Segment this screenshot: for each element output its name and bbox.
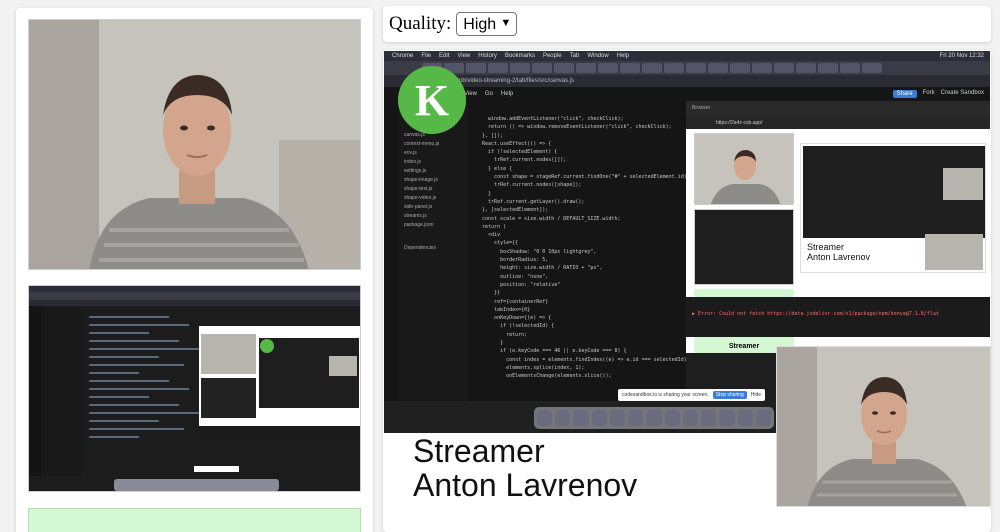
nested-canvas: Streamer Anton Lavrenov bbox=[800, 143, 986, 273]
file-item: shape-text.js bbox=[404, 186, 433, 192]
nested-title: Streamer bbox=[807, 242, 845, 252]
konva-logo-icon[interactable]: K bbox=[398, 66, 466, 134]
screen-share-thumbnail bbox=[29, 286, 360, 491]
file-item: side-panel.js bbox=[404, 204, 433, 210]
code-line: height: size.width / RATIO + "px", bbox=[476, 265, 603, 272]
code-line: }, [selectedElement]); bbox=[476, 207, 549, 214]
file-item: shape-image.js bbox=[404, 177, 438, 183]
mac-clock: Fri 20 Nov 12:32 bbox=[939, 53, 984, 59]
stream-canvas[interactable]: Chrome File Edit View History Bookmarks … bbox=[383, 50, 991, 532]
stream-viewer-page: Quality: High ▼ Chrome File Edit View Hi… bbox=[0, 0, 1000, 532]
codesandbox-menu: View Go Help Share Fork Create Sandbox bbox=[384, 87, 990, 101]
webcam-source[interactable] bbox=[28, 19, 361, 270]
webcam-overlay-image bbox=[777, 347, 990, 506]
code-line: onElementsChange(elements.slice()); bbox=[476, 373, 612, 380]
file-item: context-menu.js bbox=[404, 141, 440, 147]
code-line: return ( bbox=[476, 223, 507, 230]
code-line: elements.splice(index, 1); bbox=[476, 364, 585, 371]
quality-label: Quality: bbox=[389, 13, 452, 34]
code-line: ref={containerRef} bbox=[476, 298, 549, 305]
preview-tab: Browser bbox=[686, 101, 990, 117]
code-line: <div bbox=[476, 232, 501, 239]
code-line: trRef.current.nodes([]); bbox=[476, 157, 567, 164]
code-line: const index = elements.findIndex((e) => … bbox=[476, 356, 686, 363]
mac-menu-item: People bbox=[542, 53, 562, 59]
file-item: package.json bbox=[404, 222, 434, 228]
file-item: streams.js bbox=[404, 213, 427, 219]
code-line: }} bbox=[476, 290, 501, 297]
file-tree: canvas.js context-menu.js env.js index.j… bbox=[398, 101, 468, 401]
quality-select[interactable]: High bbox=[456, 12, 518, 36]
nested-screen bbox=[694, 209, 794, 285]
stop-sharing-button: Stop sharing bbox=[712, 391, 747, 399]
file-item: env.js bbox=[404, 150, 417, 156]
code-line: trRef.current.nodes([shape]); bbox=[476, 182, 582, 189]
name-overlay-tile[interactable] bbox=[28, 508, 361, 532]
webcam-overlay[interactable] bbox=[776, 346, 991, 507]
mac-menu-item: View bbox=[457, 53, 471, 59]
quality-select-wrap: High ▼ bbox=[456, 12, 518, 36]
preview-url: https://2a4z-csb.app/ bbox=[686, 117, 990, 129]
sharing-text: codesandbox.io is sharing your screen. bbox=[622, 392, 709, 398]
code-line: const scale = size.width / DEFAULT_SIZE.… bbox=[476, 215, 621, 222]
mac-menu-item: Help bbox=[616, 53, 630, 59]
sources-panel bbox=[16, 8, 373, 532]
fork-button: Fork bbox=[922, 90, 935, 96]
code-editor: window.addEventListener("click", checkCl… bbox=[468, 101, 686, 406]
code-line: return; bbox=[476, 331, 528, 338]
file-item: settings.js bbox=[404, 168, 427, 174]
mac-menu-item: Tab bbox=[569, 53, 580, 59]
code-line: outline: "none", bbox=[476, 273, 549, 280]
sharing-notice: codesandbox.io is sharing your screen. S… bbox=[618, 389, 766, 401]
mac-menu-item: Chrome bbox=[392, 53, 414, 59]
console-error: ▶ Error: Could not fetch https://data.js… bbox=[692, 311, 939, 317]
app-menu-item: Help bbox=[500, 91, 514, 97]
streamer-caption[interactable]: Streamer Anton Lavrenov bbox=[413, 434, 637, 502]
code-line: position: "relative" bbox=[476, 281, 561, 288]
mac-menu-item: File bbox=[421, 53, 432, 59]
code-line: } else { bbox=[476, 165, 513, 172]
streamer-title: Streamer bbox=[413, 433, 545, 469]
nested-name: Anton Lavrenov bbox=[807, 252, 871, 262]
create-sandbox-button: Create Sandbox bbox=[940, 90, 984, 96]
code-line: boxShadow: "0 0 10px lightgrey", bbox=[476, 248, 597, 255]
share-button: Share bbox=[892, 90, 917, 98]
console-panel: ▶ Error: Could not fetch https://data.js… bbox=[686, 297, 990, 337]
screen-share-source[interactable] bbox=[28, 285, 361, 492]
quality-toolbar: Quality: High ▼ bbox=[383, 6, 991, 42]
mac-menu-item: Window bbox=[587, 53, 609, 59]
code-line: const shape = stageRef.current.findOne("… bbox=[476, 174, 686, 181]
mac-dock bbox=[534, 407, 774, 429]
mac-menu-bar: Chrome File Edit View History Bookmarks … bbox=[384, 51, 990, 61]
file-item: shape-video.js bbox=[404, 195, 437, 201]
mac-menu-item: History bbox=[478, 53, 497, 59]
code-line: if (e.keyCode === 46 || e.keyCode === 8)… bbox=[476, 348, 627, 355]
code-line: React.useEffect(() => { bbox=[476, 140, 552, 147]
webcam-person-image bbox=[29, 20, 360, 269]
app-menu-item: View bbox=[464, 91, 477, 97]
code-line: if (!selectedId) { bbox=[476, 323, 555, 330]
browser-url: ...pb/video-streaming-2/tab/files/src/ca… bbox=[384, 75, 990, 87]
file-item: index.js bbox=[404, 159, 421, 165]
code-line: style={{ bbox=[476, 240, 519, 247]
app-menu-item: Go bbox=[484, 91, 493, 97]
code-line: } bbox=[476, 340, 504, 347]
browser-tabs bbox=[384, 61, 990, 75]
code-line: tabIndex={0} bbox=[476, 306, 531, 313]
nested-webcam bbox=[694, 133, 794, 205]
dependencies-label: Dependencies bbox=[404, 245, 436, 251]
code-line: if (!selectedElement) { bbox=[476, 149, 558, 156]
code-line: onKeyDown={(e) => { bbox=[476, 315, 552, 322]
hide-button: Hide bbox=[750, 392, 762, 398]
code-line: borderRadius: 5, bbox=[476, 257, 549, 264]
activity-bar bbox=[384, 101, 398, 401]
code-line: window.addEventListener("click", checkCl… bbox=[476, 116, 624, 122]
streamer-name: Anton Lavrenov bbox=[413, 467, 638, 503]
code-line: return () => window.removeEventListener(… bbox=[476, 124, 672, 131]
code-line: }, []); bbox=[476, 132, 504, 139]
mac-menu-item: Bookmarks bbox=[504, 53, 535, 59]
code-line: } bbox=[476, 190, 492, 197]
code-line: trRef.current.getLayer().draw(); bbox=[476, 198, 585, 205]
mac-menu-item: Edit bbox=[439, 53, 450, 59]
